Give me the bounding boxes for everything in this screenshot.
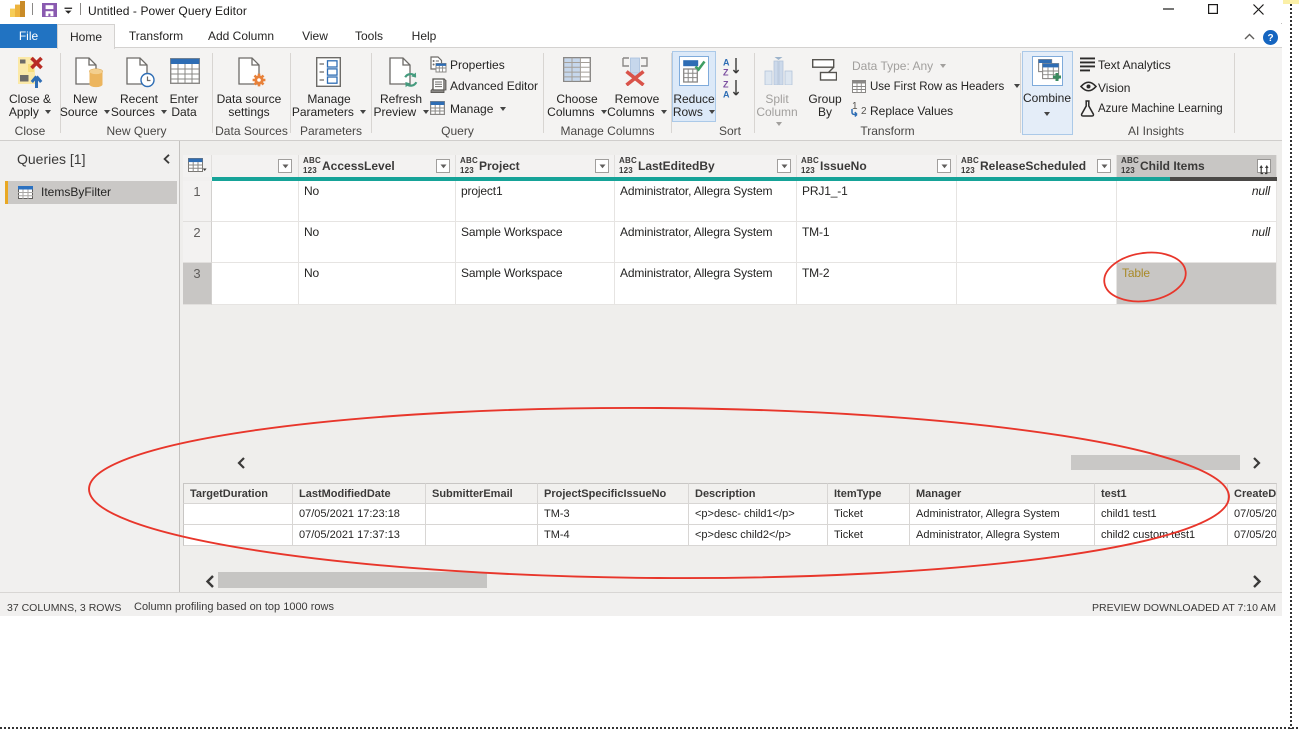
svg-text:Z: Z	[723, 68, 729, 78]
svg-text:A: A	[723, 90, 730, 100]
svg-text:?: ?	[1267, 33, 1273, 44]
svg-text:A: A	[723, 58, 730, 68]
svg-text:Z: Z	[723, 80, 729, 90]
